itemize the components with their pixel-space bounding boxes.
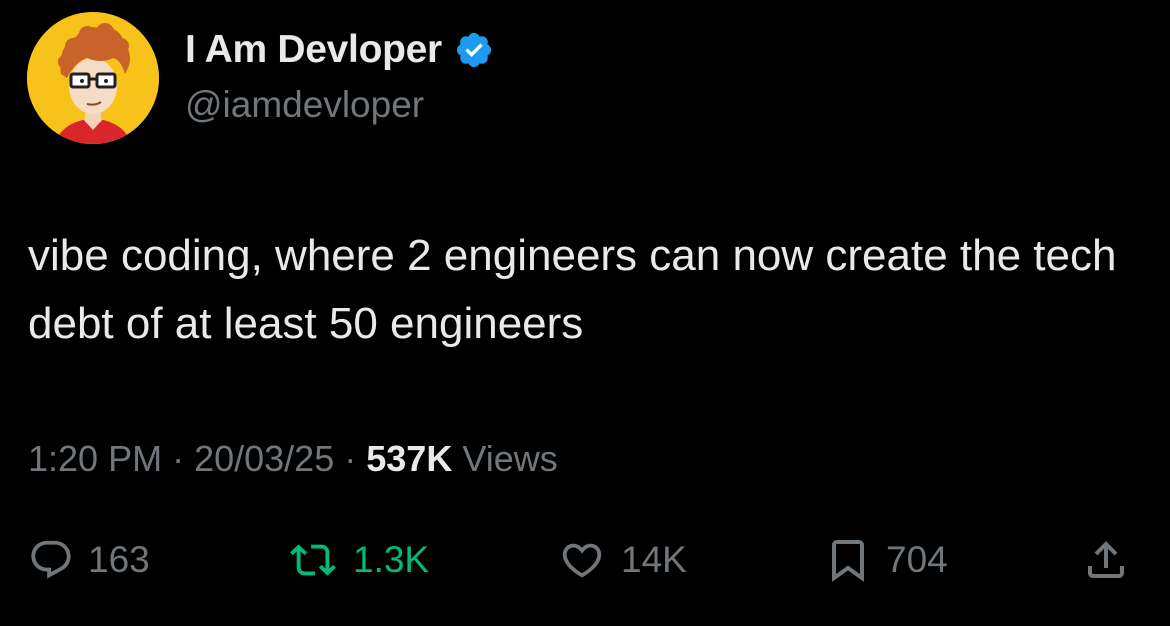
views-label: Views bbox=[462, 438, 558, 479]
tweet-text: vibe coding, where 2 engineers can now c… bbox=[28, 231, 1117, 348]
bookmark-count: 704 bbox=[886, 539, 948, 580]
like-button[interactable]: 14K bbox=[557, 530, 687, 590]
meta-separator: · bbox=[344, 438, 367, 479]
meta-separator: · bbox=[172, 438, 195, 479]
author-name-row: I Am Devloper bbox=[185, 28, 494, 72]
tweet-date[interactable]: 20/03/25 bbox=[194, 438, 334, 479]
author-name[interactable]: I Am Devloper bbox=[185, 28, 442, 72]
heart-icon bbox=[562, 543, 602, 578]
repost-icon bbox=[290, 544, 336, 576]
repost-button[interactable]: 1.3K bbox=[287, 530, 429, 590]
repost-count: 1.3K bbox=[353, 539, 430, 580]
share-button[interactable] bbox=[1082, 530, 1130, 590]
reply-button[interactable]: 163 bbox=[28, 530, 150, 590]
share-icon bbox=[1088, 541, 1124, 578]
tweet-time[interactable]: 1:20 PM bbox=[28, 438, 162, 479]
views-count: 537K bbox=[366, 438, 453, 479]
reply-icon bbox=[31, 540, 71, 579]
verified-badge-icon[interactable] bbox=[454, 30, 494, 70]
bookmark-icon bbox=[832, 540, 864, 582]
action-bar: 163 1.3K 14K 704 bbox=[0, 530, 1170, 590]
author-handle[interactable]: @iamdevloper bbox=[185, 84, 424, 126]
avatar[interactable] bbox=[27, 12, 159, 144]
bookmark-button[interactable]: 704 bbox=[824, 530, 948, 590]
like-count: 14K bbox=[621, 539, 687, 580]
tweet-meta: 1:20 PM · 20/03/25 · 537K Views bbox=[28, 438, 558, 480]
reply-count: 163 bbox=[88, 539, 150, 580]
avatar-image bbox=[27, 12, 159, 144]
